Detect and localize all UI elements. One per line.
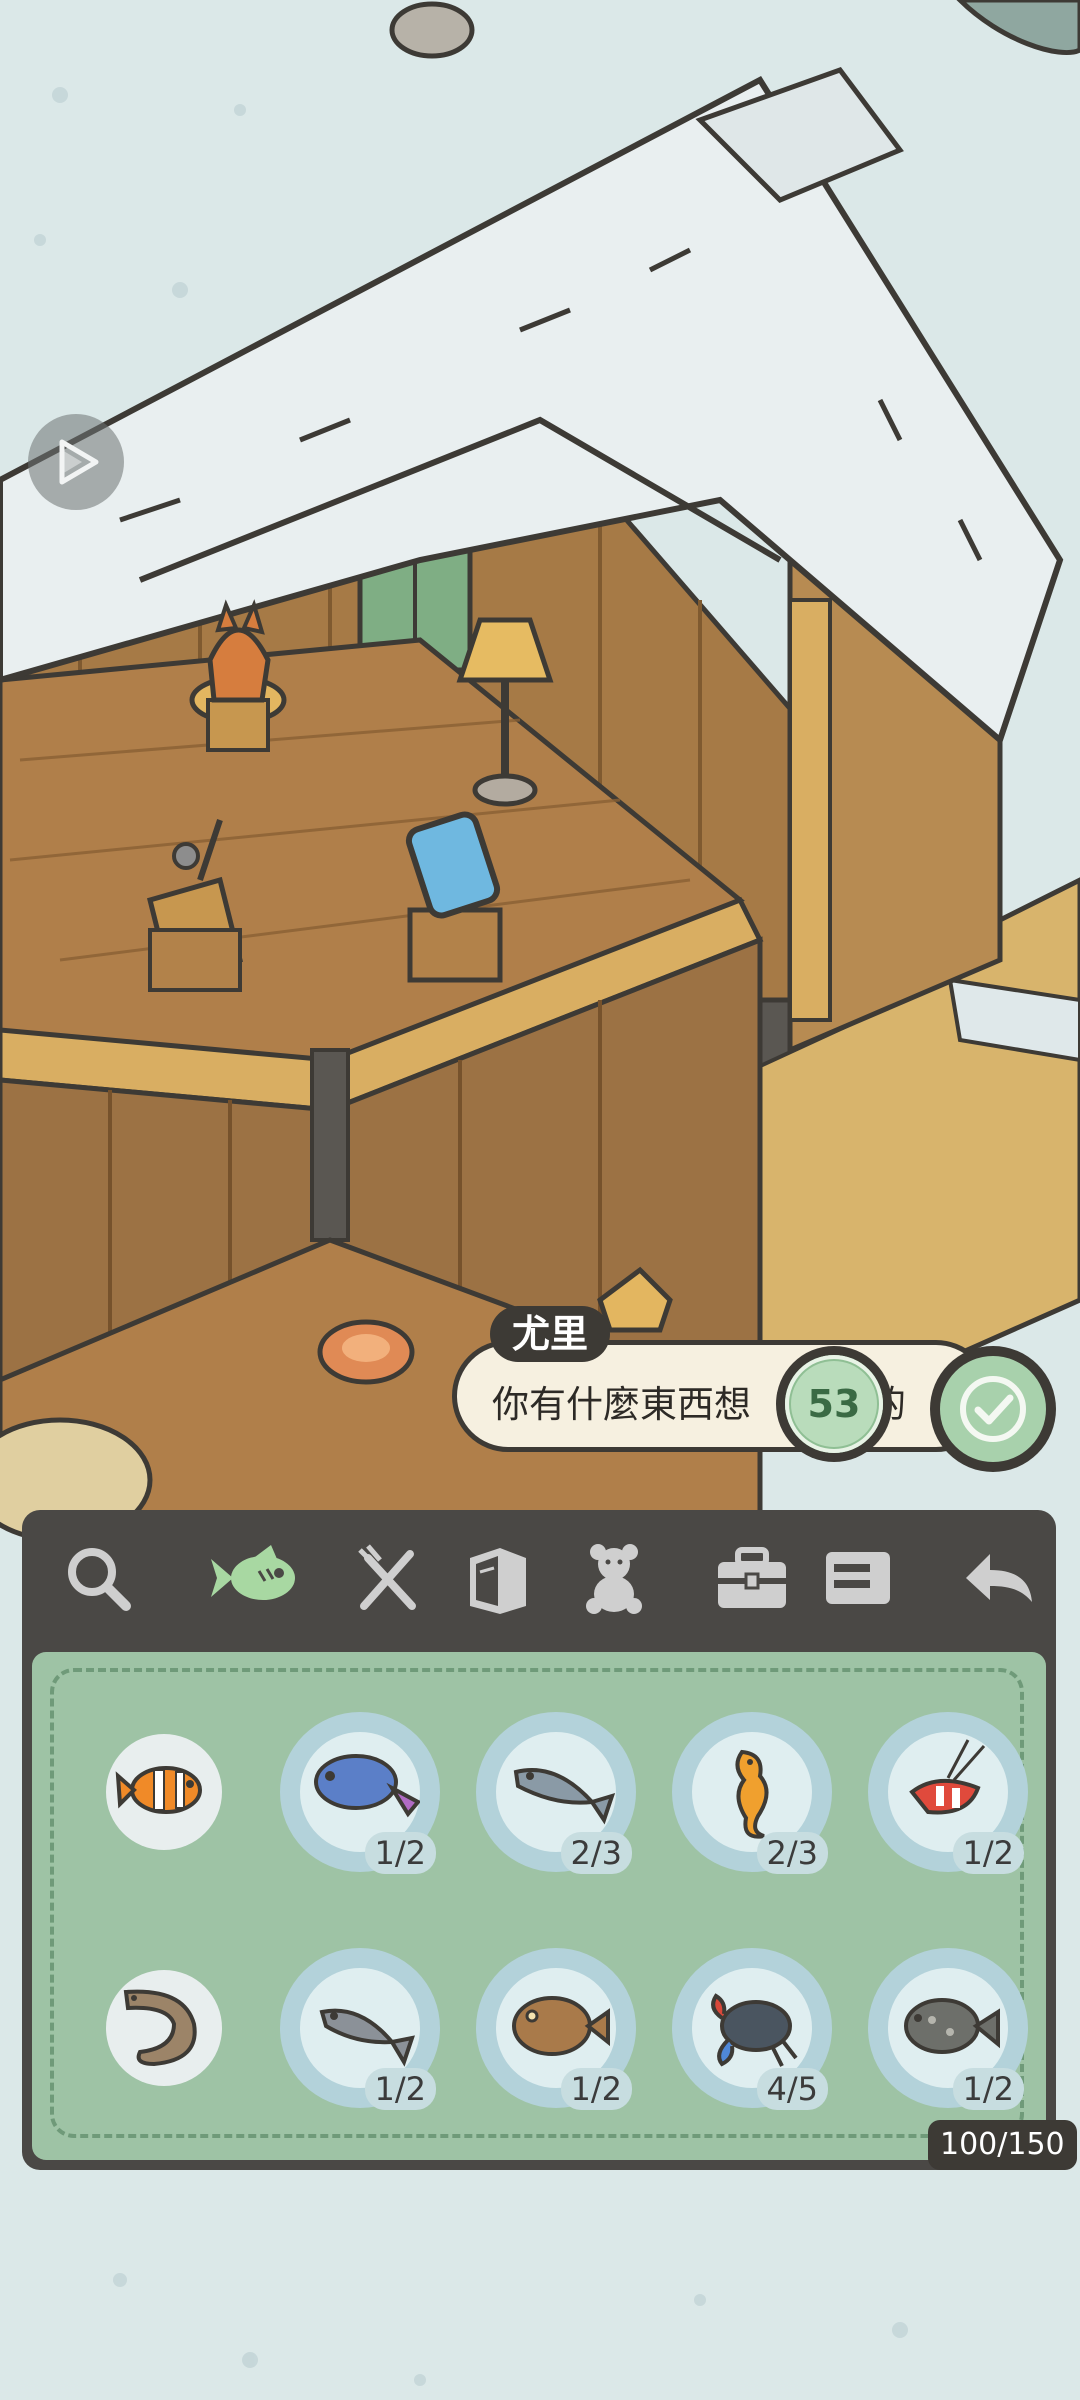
- inventory-slot-mackerel[interactable]: 2/3: [476, 1712, 636, 1874]
- clownfish-icon: [115, 1766, 202, 1814]
- item-count: 1/2: [364, 1832, 436, 1874]
- item-count: 2/3: [756, 1832, 828, 1874]
- tab-tools[interactable]: [712, 1538, 792, 1618]
- tab-fish[interactable]: [200, 1538, 310, 1618]
- item-count: 1/2: [364, 2068, 436, 2110]
- inventory-slot-shrimp[interactable]: 1/2: [868, 1712, 1028, 1874]
- tab-search[interactable]: [58, 1538, 138, 1618]
- inventory-panel: 1/2 2/3 2/3 1/2 1/2 1/2 4/5 1/2: [22, 1510, 1056, 2170]
- checkmark-icon: [960, 1376, 1026, 1442]
- back-button[interactable]: [958, 1538, 1038, 1618]
- category-tabbar: [22, 1510, 1056, 1650]
- toolbox-icon: [718, 1547, 786, 1608]
- price-badge: 53: [776, 1346, 892, 1462]
- teddy-bear-icon: [586, 1544, 642, 1614]
- item-count: 1/2: [560, 2068, 632, 2110]
- inventory-slot-silver-fish[interactable]: 1/2: [280, 1948, 440, 2110]
- confirm-button[interactable]: [930, 1346, 1056, 1472]
- inventory-slot-brown-fish[interactable]: 1/2: [476, 1948, 636, 2110]
- inventory-grid: 1/2 2/3 2/3 1/2 1/2 1/2 4/5 1/2: [32, 1652, 1046, 2160]
- inventory-slot-spotted-fish[interactable]: 1/2: [868, 1948, 1028, 2110]
- fork-knife-icon: [358, 1544, 416, 1610]
- dialog-message-text: 你有什麼東西想: [492, 1383, 751, 1426]
- ticket-icon: [826, 1552, 890, 1604]
- inventory-capacity: 100/150: [928, 2120, 1077, 2170]
- item-count: 1/2: [952, 1832, 1024, 1874]
- play-video-button[interactable]: [28, 414, 124, 510]
- tab-cooking[interactable]: [348, 1538, 428, 1618]
- eel-icon: [123, 1989, 197, 2067]
- magnifier-icon: [68, 1548, 131, 1611]
- inventory-slot-clownfish[interactable]: [84, 1712, 244, 1872]
- tab-book[interactable]: [458, 1538, 538, 1618]
- tab-tickets[interactable]: [818, 1538, 898, 1618]
- book-icon: [470, 1548, 526, 1614]
- inventory-slot-crab[interactable]: 4/5: [672, 1948, 832, 2110]
- speaker-name: 尤里: [490, 1306, 611, 1362]
- inventory-slot-blue-fish[interactable]: 1/2: [280, 1712, 440, 1874]
- item-count: 1/2: [952, 2068, 1024, 2110]
- item-count: 4/5: [756, 2068, 828, 2110]
- back-arrow-icon: [966, 1554, 1032, 1602]
- tab-toys[interactable]: [574, 1538, 654, 1618]
- play-icon: [59, 439, 99, 485]
- price-value: 53: [785, 1355, 883, 1453]
- inventory-slot-eel[interactable]: [84, 1948, 244, 2108]
- item-count: 2/3: [560, 1832, 632, 1874]
- inventory-slot-seahorse[interactable]: 2/3: [672, 1712, 832, 1874]
- fish-icon: [211, 1545, 295, 1600]
